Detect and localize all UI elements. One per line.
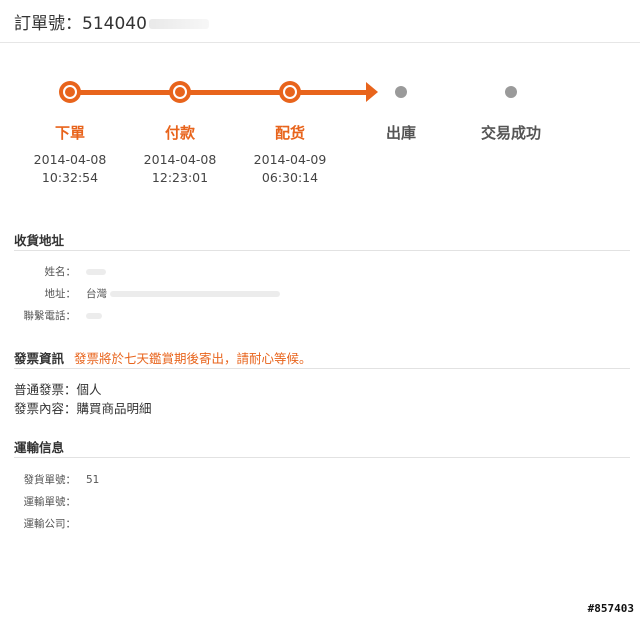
step-time: 06:30:14 [261,170,319,185]
section-divider [14,250,630,251]
name-label: 姓名： [44,266,77,278]
order-number-value: 514040 [82,14,147,34]
step-done-icon [59,81,81,103]
section-divider [14,368,630,369]
ship-number-label: 發貨單號： [23,474,77,486]
step-date: 2014-04-09 [253,152,327,167]
step-label: 出庫 [385,124,416,142]
tracking-number-row: 運輸單號： [6,494,77,509]
step-done-icon [169,81,191,103]
step-date: 2014-04-08 [33,152,107,167]
redacted-name [86,269,106,275]
step-order-placed: 下單 2014-04-08 10:32:54 [15,70,125,187]
address-label: 地址： [44,288,77,300]
ship-number-value: 51 [86,474,100,486]
section-divider [14,457,630,458]
step-date: 2014-04-08 [143,152,217,167]
redacted-address [110,291,281,297]
phone-row: 聯繫電話： [6,308,102,323]
step-payment: 付款 2014-04-08 12:23:01 [125,70,235,187]
step-transaction-complete: 交易成功 [456,70,566,143]
shipping-company-row: 運輸公司： [6,516,77,531]
step-label: 下單 [54,124,85,142]
shipping-company-label: 運輸公司： [23,518,77,530]
invoice-content-line: 發票內容：購買商品明細 [14,401,152,416]
step-time: 10:32:54 [41,170,99,185]
address-name-row: 姓名： [6,264,106,279]
phone-label: 聯繫電話： [23,310,77,322]
step-shipped-out: 出庫 [346,70,456,143]
invoice-section-title: 發票資訊 發票將於七天鑑賞期後寄出，請耐心等候。 [14,348,312,367]
order-header: 訂單號：514040 [0,0,640,43]
invoice-note: 發票將於七天鑑賞期後寄出，請耐心等候。 [74,351,312,366]
step-pending-icon [505,86,517,98]
step-label: 交易成功 [480,124,541,142]
step-label: 付款 [164,124,195,142]
step-pending-icon [395,86,407,98]
invoice-type-line: 普通發票：個人 [14,382,102,397]
ship-number-row: 發貨單號： 51 [6,472,100,487]
address-section-title: 收貨地址 [14,233,65,248]
address-value: 台灣 [86,288,107,300]
order-number-title: 訂單號：514040 [14,9,209,34]
redacted-order-digits [148,19,209,29]
tracking-number-label: 運輸單號： [23,496,77,508]
order-progress: 下單 2014-04-08 10:32:54 付款 2014-04-08 12:… [0,70,640,210]
image-watermark: #857403 [587,602,634,615]
shipping-section-title: 運輸信息 [14,440,65,455]
order-number-label: 訂單號： [14,14,82,34]
invoice-title: 發票資訊 [14,351,65,366]
step-allocation: 配货 2014-04-09 06:30:14 [235,70,345,187]
redacted-phone [86,313,102,319]
step-time: 12:23:01 [151,170,209,185]
step-done-icon [279,81,301,103]
step-label: 配货 [274,124,305,142]
address-row: 地址： 台灣 [6,286,281,301]
